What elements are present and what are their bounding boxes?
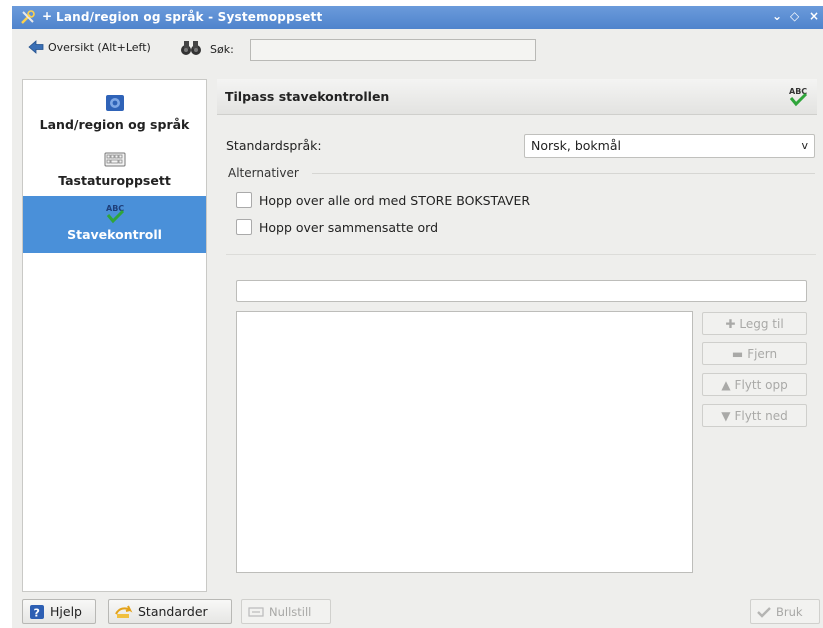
binoculars-icon <box>181 41 201 55</box>
reset-button[interactable]: Nullstill <box>241 599 331 624</box>
reset-icon <box>248 606 264 618</box>
section-divider <box>226 254 816 255</box>
sidebar-item-label: Land/region og språk <box>39 117 190 132</box>
spellcheck-icon: ABC <box>789 87 807 107</box>
help-button[interactable]: ? Hjelp <box>22 599 96 624</box>
sidebar-item-label: Stavekontroll <box>67 227 162 242</box>
defaults-button[interactable]: Standarder <box>108 599 232 624</box>
overview-back-button[interactable]: Oversikt (Alt+Left) <box>28 40 151 54</box>
window-title: Land/region og språk - Systemoppsett <box>56 10 323 24</box>
options-group-label: Alternativer <box>228 166 299 180</box>
skip-uppercase-checkbox[interactable] <box>236 192 252 208</box>
skip-compound-label: Hopp over sammensatte ord <box>259 219 439 235</box>
word-input[interactable] <box>236 280 807 302</box>
sidebar: Land/region og språk Tastaturoppsett ABC… <box>22 79 207 592</box>
back-arrow-icon <box>28 40 44 54</box>
minus-icon: ▬ <box>731 346 744 361</box>
move-up-label: Flytt opp <box>734 377 788 392</box>
sidebar-item-label: Tastaturoppsett <box>58 173 171 188</box>
move-down-button[interactable]: ▼ Flytt ned <box>702 404 807 427</box>
remove-word-label: Fjern <box>747 346 778 361</box>
spellcheck-icon: ABC <box>106 204 124 224</box>
title-bar[interactable]: + Land/region og språk - Systemoppsett ⌄… <box>12 6 823 29</box>
sidebar-item-land-region[interactable]: Land/region og språk <box>23 86 206 142</box>
arrow-up-icon: ▲ <box>721 377 731 392</box>
checkmark-icon <box>757 606 771 618</box>
minimize-button[interactable]: ⌄ <box>772 9 782 23</box>
search-label: Søk: <box>210 43 234 56</box>
move-down-label: Flytt ned <box>734 408 788 423</box>
skip-compound-checkbox[interactable] <box>236 219 252 235</box>
overview-back-label: Oversikt (Alt+Left) <box>48 40 151 54</box>
toolbar: Oversikt (Alt+Left) Søk: <box>12 29 823 69</box>
chevron-down-icon: v <box>801 139 808 152</box>
standard-language-label: Standardspråk: <box>226 138 322 153</box>
page-title: Tilpass stavekontrollen <box>225 89 390 104</box>
apply-button[interactable]: Bruk <box>750 599 820 624</box>
add-word-button[interactable]: ✚ Legg til <box>702 312 807 335</box>
app-window: + Land/region og språk - Systemoppsett ⌄… <box>12 6 823 628</box>
option-skip-compound[interactable]: Hopp over sammensatte ord <box>236 219 438 235</box>
help-label: Hjelp <box>50 604 82 619</box>
plus-icon: ✚ <box>725 316 736 331</box>
remove-word-button[interactable]: ▬ Fjern <box>702 342 807 365</box>
defaults-icon <box>115 605 133 619</box>
skip-uppercase-label: Hopp over alle ord med STORE BOKSTAVER <box>259 192 531 208</box>
word-list[interactable] <box>236 311 693 573</box>
panel-header: Tilpass stavekontrollen ABC <box>217 79 817 115</box>
help-icon: ? <box>29 604 45 620</box>
settings-tools-icon[interactable] <box>20 9 36 25</box>
standard-language-value: Norsk, bokmål <box>531 138 621 153</box>
arrow-down-icon: ▼ <box>721 408 731 423</box>
standard-language-select[interactable]: Norsk, bokmål v <box>524 134 815 158</box>
close-button[interactable]: × <box>809 9 819 23</box>
sidebar-item-keyboard[interactable]: Tastaturoppsett <box>23 142 206 198</box>
option-skip-uppercase[interactable]: Hopp over alle ord med STORE BOKSTAVER <box>236 192 530 208</box>
add-word-label: Legg til <box>739 316 784 331</box>
apply-label: Bruk <box>776 604 803 619</box>
move-up-button[interactable]: ▲ Flytt opp <box>702 373 807 396</box>
options-group-divider <box>312 173 815 174</box>
reset-label: Nullstill <box>269 604 312 619</box>
search-input[interactable] <box>250 39 536 61</box>
sidebar-item-spellcheck[interactable]: ABC Stavekontroll <box>23 196 206 253</box>
restore-button[interactable]: ◇ <box>790 9 799 23</box>
pin-icon[interactable]: + <box>42 9 52 23</box>
flag-icon <box>105 95 124 111</box>
defaults-label: Standarder <box>138 604 208 619</box>
keyboard-icon <box>104 152 125 167</box>
svg-text:?: ? <box>34 606 40 619</box>
